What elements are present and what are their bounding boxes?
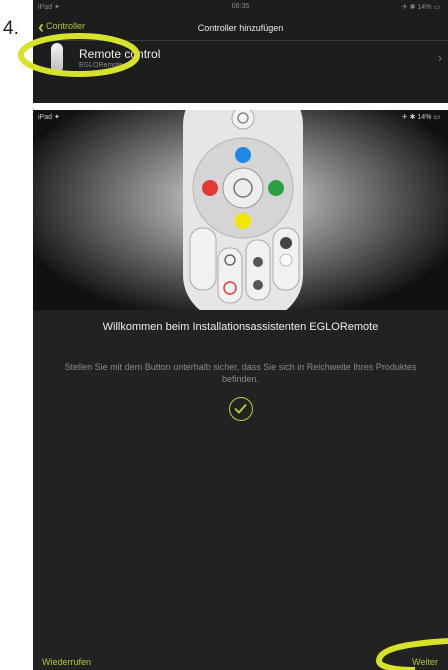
welcome-heading: Willkommen beim Installationsassistenten… (102, 321, 379, 333)
instruction-text: Stellen Sie mit dem Button unterhalb sic… (64, 362, 417, 384)
status-bar: iPad ✦ ✈ ✱ 14% ▭ (33, 110, 448, 124)
confirm-check-button[interactable] (229, 397, 253, 421)
remote-hero-image (33, 110, 448, 310)
highlight-ellipse-next (375, 638, 448, 670)
screenshot-setup-assistant: iPad ✦ ✈ ✱ 14% ▭ Willkommen beim Install… (33, 110, 448, 670)
yellow-button-icon (235, 213, 251, 229)
clock: 08:35 (231, 3, 250, 10)
highlight-ellipse-remote (18, 33, 140, 77)
checkmark-icon (234, 403, 247, 414)
status-bar: iPad ✦ 08:35 ✈ ✱ 14% ▭ (33, 0, 448, 14)
revoke-button[interactable]: Wiederrufen (42, 657, 91, 667)
red-button-icon (202, 180, 218, 196)
remote-illustration (183, 110, 303, 310)
battery-indicator: ✈ ✱ 14% ▭ (401, 4, 440, 11)
chevron-right-icon: › (438, 51, 442, 65)
green-button-icon (268, 180, 284, 196)
battery-indicator: ✈ ✱ 14% ▭ (401, 114, 440, 121)
device-label: iPad ✦ (38, 114, 60, 121)
blue-button-icon (235, 147, 251, 163)
